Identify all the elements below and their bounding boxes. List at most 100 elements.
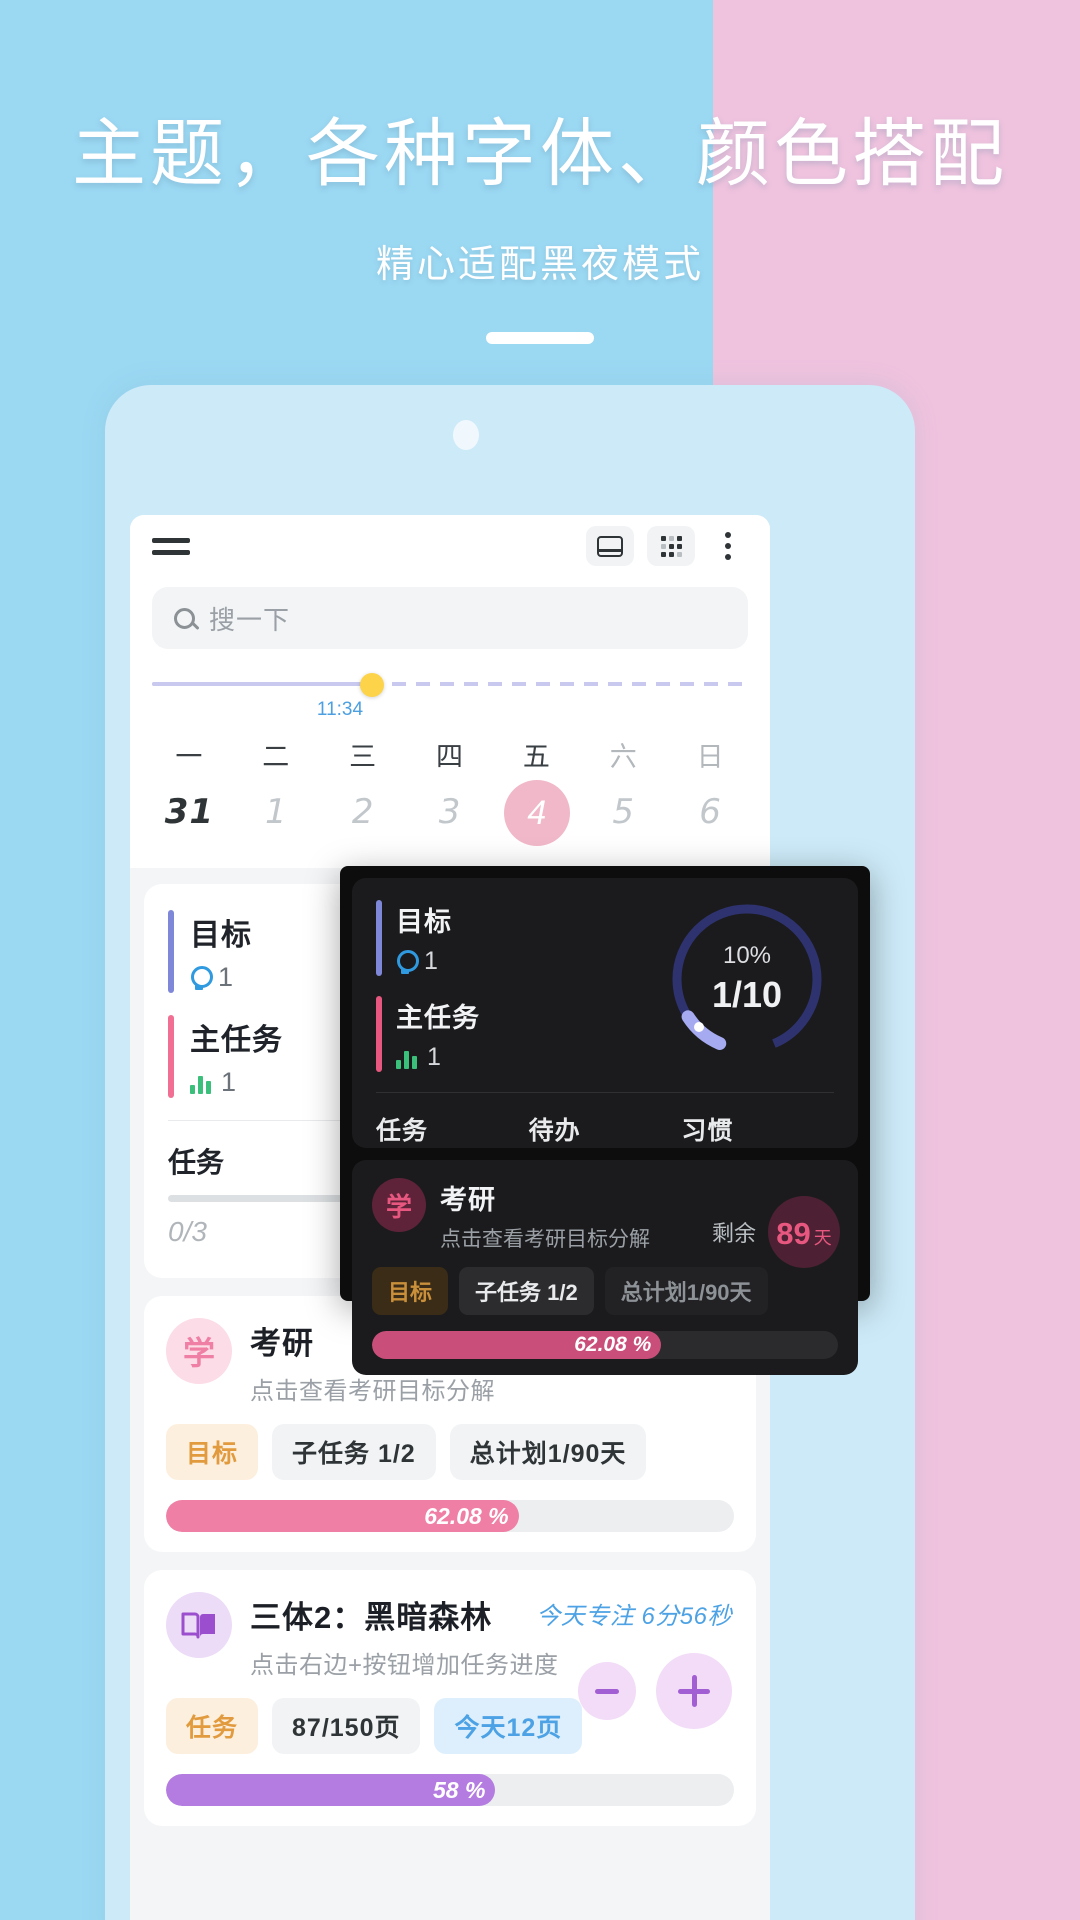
divider <box>486 331 594 344</box>
task-progress-bar: 62.08 % <box>372 1331 838 1359</box>
book-icon <box>166 1592 232 1658</box>
search-input[interactable]: 搜一下 <box>152 587 748 649</box>
task-accent-bar <box>376 996 382 1072</box>
bar-chart-icon <box>396 1047 417 1069</box>
date-cell[interactable]: 6 <box>667 792 754 846</box>
overview-goal-label: 目标 <box>190 919 252 952</box>
task-subtitle: 点击查看考研目标分解 <box>250 1378 495 1405</box>
date-cell-selected[interactable]: 4 <box>493 780 580 846</box>
task-progress-bar: 62.08 % <box>166 1500 734 1532</box>
task-progress-label: 62.08 % <box>574 1333 652 1356</box>
dark-task-label: 主任务 <box>396 1003 480 1033</box>
timeline-thumb[interactable] <box>360 673 384 697</box>
search-placeholder: 搜一下 <box>209 604 291 635</box>
overview-task-label: 主任务 <box>190 1024 283 1057</box>
dark-divider <box>376 1092 834 1093</box>
timeline-current-time: 11:34 <box>316 699 364 720</box>
dark-goal-label: 目标 <box>396 907 452 937</box>
overview-goal-value: 1 <box>218 962 234 992</box>
date-cell[interactable]: 2 <box>320 792 407 846</box>
weekday-label: 日 <box>696 742 725 772</box>
remaining-label: 剩余 <box>711 1221 756 1246</box>
date-label: 6 <box>699 792 722 832</box>
tag-plan[interactable]: 总计划1/90天 <box>604 1267 768 1315</box>
task-focus-section: 今天专注 6分56秒 <box>536 1596 732 1729</box>
dark-overview-card: 目标 1 主任务 1 10% 1/10 任务 待办 习惯 <box>352 878 858 1208</box>
date-label-selected: 4 <box>503 780 570 846</box>
goal-accent-bar <box>376 900 382 976</box>
task-tags: 目标 子任务 1/2 总计划1/90天 <box>372 1267 838 1315</box>
date-cell[interactable]: 1 <box>233 792 320 846</box>
tag-goal[interactable]: 目标 <box>166 1424 259 1480</box>
overview-task-value: 1 <box>221 1067 237 1097</box>
lightbulb-icon <box>190 965 213 990</box>
page-subtitle: 精心适配黑夜模式 <box>375 241 704 286</box>
decrement-button[interactable] <box>578 1662 636 1720</box>
avatar: 学 <box>166 1318 232 1384</box>
task-progress-label: 62.08 % <box>424 1502 509 1529</box>
weekday-label: 一 <box>175 742 204 772</box>
weekday-label: 六 <box>609 742 638 772</box>
date-label: 1 <box>264 792 288 832</box>
increment-button[interactable] <box>656 1653 732 1729</box>
progress-gauge: 10% 1/10 <box>662 894 832 1064</box>
focus-time-label: 今天专注 6分56秒 <box>536 1603 732 1630</box>
date-cell[interactable]: 5 <box>580 792 667 846</box>
grid-view-button[interactable] <box>647 526 695 566</box>
minus-icon <box>595 1688 619 1694</box>
task-card-santi[interactable]: 三体2：黑暗森林 点击右边+按钮增加任务进度 今天专注 6分56秒 任务 87/… <box>144 1570 756 1826</box>
task-accent-bar <box>168 1015 174 1098</box>
date-label: 2 <box>351 792 375 832</box>
gauge-percent-label: 10% <box>722 942 772 969</box>
search-icon <box>174 607 195 629</box>
tag-subtask[interactable]: 子任务 1/2 <box>272 1424 436 1480</box>
timeline-track[interactable] <box>152 673 748 697</box>
date-cell[interactable]: 3 <box>407 792 494 846</box>
stat-label: 待办 <box>528 1117 581 1145</box>
remaining-unit: 天 <box>813 1228 832 1248</box>
hamburger-icon[interactable] <box>152 537 190 555</box>
grid-view-icon <box>660 535 682 557</box>
promo-header: 主题，各种字体、颜色搭配 精心适配黑夜模式 <box>0 0 1080 344</box>
date-label: 31 <box>164 792 215 832</box>
remaining-days: 剩余 89 天 <box>712 1196 840 1268</box>
remaining-number: 89 <box>776 1216 811 1251</box>
more-options-button[interactable] <box>708 526 748 566</box>
day-timeline: 11:34 <box>130 663 770 725</box>
goal-accent-bar <box>168 910 174 993</box>
tag-plan[interactable]: 总计划1/90天 <box>449 1424 647 1480</box>
task-progress-label: 58 % <box>433 1776 486 1803</box>
weekday-label: 三 <box>349 742 378 772</box>
date-label: 3 <box>438 792 462 832</box>
gauge-fraction-label: 1/10 <box>711 974 783 1015</box>
search-section: 搜一下 <box>130 577 770 663</box>
week-calendar: 一 二 三 四 五 六 日 31 1 2 3 4 5 6 <box>130 725 770 868</box>
layout-view-icon <box>597 535 623 557</box>
weekday-label: 四 <box>436 742 464 772</box>
task-progress-bar: 58 % <box>166 1774 734 1806</box>
app-toolbar <box>130 515 770 577</box>
more-vertical-icon <box>725 532 731 560</box>
page-title: 主题，各种字体、颜色搭配 <box>72 111 1008 197</box>
date-cell[interactable]: 31 <box>146 792 233 846</box>
tag-pages[interactable]: 87/150页 <box>272 1698 421 1754</box>
tag-task[interactable]: 任务 <box>166 1698 259 1754</box>
dark-goal-value: 1 <box>424 947 438 975</box>
book-icon-svg <box>181 1612 215 1639</box>
weekday-row: 一 二 三 四 五 六 日 <box>146 729 754 792</box>
tag-goal[interactable]: 目标 <box>372 1267 449 1315</box>
dark-task-card[interactable]: 学 考研 点击查看考研目标分解 剩余 89 天 目标 子任务 1/2 总计划1/… <box>352 1160 858 1375</box>
weekday-label: 二 <box>262 742 291 772</box>
timeline-elapsed-line <box>152 682 372 686</box>
date-label: 5 <box>612 792 636 832</box>
camera-dot-icon <box>453 420 479 450</box>
lightbulb-icon <box>396 949 419 974</box>
task-subtitle: 点击查看考研目标分解 <box>440 1228 650 1251</box>
dark-mode-preview-overlay: 目标 1 主任务 1 10% 1/10 任务 待办 习惯 学 考研 点击查看考研… <box>340 866 870 1375</box>
avatar: 学 <box>372 1178 426 1232</box>
tag-subtask[interactable]: 子任务 1/2 <box>459 1267 594 1315</box>
plus-icon <box>678 1675 710 1707</box>
layout-view-button[interactable] <box>586 526 634 566</box>
task-title: 考研 <box>440 1185 496 1215</box>
task-tags: 目标 子任务 1/2 总计划1/90天 <box>166 1424 734 1480</box>
